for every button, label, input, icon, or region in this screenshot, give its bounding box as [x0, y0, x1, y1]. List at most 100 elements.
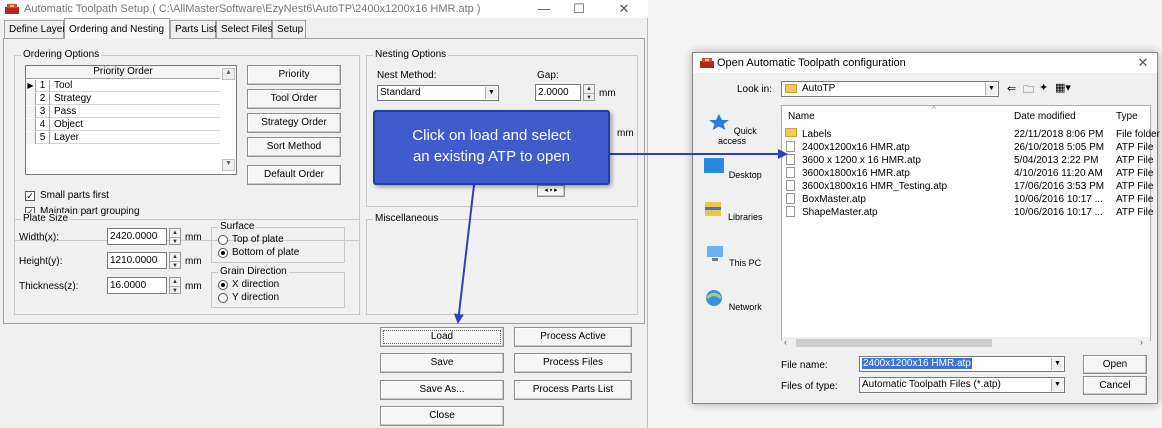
tab-define-layers[interactable]: Define Layers — [4, 20, 71, 38]
load-button[interactable]: Load — [380, 327, 504, 347]
tool-order-button[interactable]: Tool Order — [247, 89, 341, 109]
chevron-down-icon[interactable]: ▼ — [1051, 358, 1063, 370]
file-name: 3600x1800x16 HMR.atp — [802, 168, 910, 179]
list-item[interactable]: Labels 22/11/2018 8:06 PM File folder — [782, 128, 1160, 141]
column-date-modified[interactable]: Date modified — [1014, 111, 1076, 122]
view-menu-icon[interactable]: ▦▾ — [1055, 81, 1071, 94]
default-order-button[interactable]: Default Order — [247, 165, 341, 185]
chevron-down-icon[interactable]: ▼ — [1051, 379, 1063, 391]
new-folder-icon[interactable]: ✦ — [1039, 81, 1048, 94]
scroll-down-icon[interactable]: ▼ — [222, 159, 235, 171]
file-list[interactable]: ^ Name Date modified Type Labels 22/11/2… — [781, 104, 1160, 341]
scroll-up-icon[interactable]: ▲ — [222, 68, 235, 80]
list-item[interactable]: 3600 x 1200 x 16 HMR.atp 5/04/2013 2:22 … — [782, 154, 1153, 167]
list-item[interactable]: 3600x1800x16 HMR_Testing.atp 17/06/2016 … — [782, 180, 1154, 193]
scrollbar-thumb[interactable] — [796, 339, 992, 347]
open-configuration-dialog: Open Automatic Toolpath configuration ✕ … — [692, 52, 1160, 404]
file-date: 26/10/2018 5:05 PM — [1014, 142, 1105, 153]
width-label: Width(x): — [19, 232, 59, 243]
main-titlebar[interactable]: Automatic Toolpath Setup ( C:\AllMasterS… — [0, 0, 648, 18]
file-date: 5/04/2013 2:22 PM — [1014, 155, 1099, 166]
process-files-button[interactable]: Process Files — [514, 353, 632, 373]
row-indicator — [26, 119, 36, 131]
y-direction-radio[interactable] — [218, 293, 228, 303]
process-parts-list-button[interactable]: Process Parts List — [514, 380, 632, 400]
file-name: Labels — [802, 129, 832, 140]
width-spinner[interactable]: ▲ ▼ — [169, 228, 181, 245]
column-name[interactable]: Name — [788, 111, 815, 122]
up-folder-icon[interactable]: 🗀 — [1023, 81, 1034, 100]
row-name: Object — [54, 119, 83, 130]
grid-row[interactable]: 3 Pass — [26, 106, 220, 118]
thickness-input[interactable]: 16.0000 — [107, 277, 167, 294]
row-number: 1 — [36, 80, 50, 92]
close-icon[interactable]: ✕ — [614, 1, 634, 17]
back-arrow-icon[interactable]: ⇐ — [1007, 82, 1016, 95]
top-of-plate-radio[interactable] — [218, 235, 228, 245]
miscellaneous-group: Miscellaneous — [366, 213, 638, 315]
sidebar-label: This PC — [729, 258, 762, 268]
dialog-titlebar[interactable]: Open Automatic Toolpath configuration ✕ — [693, 53, 1157, 73]
height-label: Height(y): — [19, 256, 63, 267]
files-of-type-dropdown[interactable]: Automatic Toolpath Files (*.atp) ▼ — [859, 377, 1065, 393]
priority-order-grid[interactable]: Priority Order ▶ 1 Tool 2 Strategy 3 Pas… — [25, 65, 237, 175]
file-name-input[interactable]: 2400x1200x16 HMR.atp ▼ — [859, 356, 1065, 372]
row-indicator — [26, 93, 36, 105]
sort-method-button[interactable]: Sort Method — [247, 137, 341, 157]
tab-select-files[interactable]: Select Files — [216, 20, 273, 38]
grid-row[interactable]: 2 Strategy — [26, 93, 220, 105]
thickness-spinner[interactable]: ▲ ▼ — [169, 277, 181, 294]
sidebar-this-pc[interactable]: This PC — [697, 245, 767, 268]
file-icon — [786, 141, 795, 152]
tab-ordering-and-nesting[interactable]: Ordering and Nesting — [64, 18, 170, 39]
sidebar-libraries[interactable]: Libraries — [697, 199, 767, 222]
arrange-buttons-icon[interactable]: ◂ ▪ ▸ — [537, 185, 565, 197]
cancel-button[interactable]: Cancel — [1083, 376, 1147, 395]
scroll-right-icon[interactable]: › — [1140, 337, 1143, 347]
look-in-dropdown[interactable]: AutoTP ▼ — [781, 81, 999, 97]
tab-setup[interactable]: Setup — [272, 20, 306, 38]
strategy-order-button[interactable]: Strategy Order — [247, 113, 341, 133]
scroll-left-icon[interactable]: ‹ — [784, 337, 787, 347]
column-type[interactable]: Type — [1116, 111, 1138, 122]
x-direction-radio[interactable] — [218, 280, 228, 290]
file-icon — [786, 193, 795, 204]
row-number: 4 — [36, 119, 50, 131]
sidebar-quick-access[interactable]: Quick access — [697, 113, 767, 146]
automatic-toolpath-setup-window: Automatic Toolpath Setup ( C:\AllMasterS… — [0, 0, 648, 428]
list-item[interactable]: 2400x1200x16 HMR.atp 26/10/2018 5:05 PM … — [782, 141, 1154, 154]
width-input[interactable]: 2420.0000 — [107, 228, 167, 245]
dialog-close-icon[interactable]: ✕ — [1133, 55, 1153, 71]
grid-row[interactable]: 4 Object — [26, 119, 220, 131]
height-input[interactable]: 1210.0000 — [107, 252, 167, 269]
list-item[interactable]: 3600x1800x16 HMR.atp 4/10/2016 11:20 AM … — [782, 167, 1153, 180]
tab-parts-list[interactable]: Parts List — [170, 20, 217, 38]
file-type: ATP File — [1116, 181, 1154, 192]
list-item[interactable]: ShapeMaster.atp 10/06/2016 10:17 ... ATP… — [782, 206, 1153, 219]
close-button[interactable]: Close — [380, 406, 504, 426]
horizontal-scrollbar[interactable]: ‹ › — [782, 337, 1150, 349]
sidebar-network[interactable]: Network — [697, 289, 767, 312]
grid-row[interactable]: 5 Layer — [26, 132, 220, 144]
gap-input[interactable]: 2.0000 — [535, 84, 581, 101]
list-item[interactable]: BoxMaster.atp 10/06/2016 10:17 ... ATP F… — [782, 193, 1153, 206]
grain-direction-label: Grain Direction — [218, 266, 289, 277]
process-active-button[interactable]: Process Active — [514, 327, 632, 347]
bottom-of-plate-radio[interactable] — [218, 248, 228, 258]
save-as-button[interactable]: Save As... — [380, 380, 504, 400]
chevron-down-icon[interactable]: ▼ — [485, 87, 497, 99]
open-button[interactable]: Open — [1083, 355, 1147, 374]
grid-row[interactable]: ▶ 1 Tool — [26, 80, 220, 92]
file-date: 17/06/2016 3:53 PM — [1014, 181, 1105, 192]
save-button[interactable]: Save — [380, 353, 504, 373]
priority-button[interactable]: Priority — [247, 65, 341, 85]
minimize-icon[interactable]: — — [534, 1, 554, 16]
chevron-down-icon[interactable]: ▼ — [985, 83, 997, 95]
height-spinner[interactable]: ▲ ▼ — [169, 252, 181, 269]
nest-method-dropdown[interactable]: Standard ▼ — [377, 85, 499, 101]
gap-spinner[interactable]: ▲ ▼ — [583, 84, 595, 101]
file-type: ATP File — [1116, 142, 1154, 153]
sidebar-desktop[interactable]: Desktop — [697, 157, 767, 180]
maximize-icon[interactable]: ☐ — [569, 1, 589, 17]
small-parts-first-checkbox[interactable]: ✓ — [25, 191, 35, 201]
